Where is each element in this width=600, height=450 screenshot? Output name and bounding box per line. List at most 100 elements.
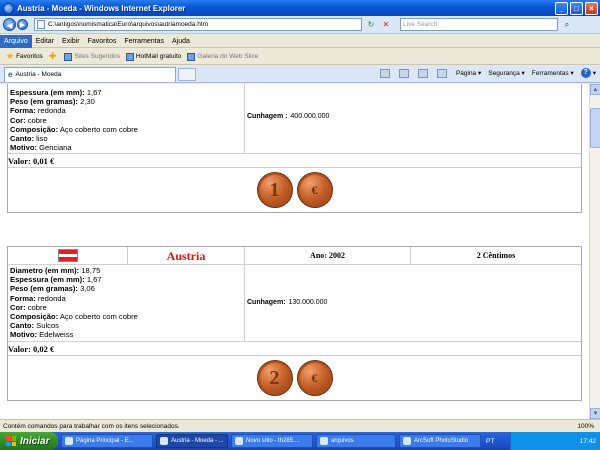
scroll-thumb[interactable]: [590, 108, 600, 148]
search-icon[interactable]: ⌕: [561, 19, 573, 31]
coin1-images: 1 €: [8, 168, 581, 212]
spec-value: 18,75: [81, 266, 101, 275]
fav-galeria[interactable]: Galeria do Web Slice: [187, 52, 258, 61]
menu-ajuda[interactable]: Ajuda: [168, 35, 194, 48]
page-icon: [37, 20, 45, 29]
windows-logo-icon: [6, 436, 16, 446]
add-favorite-button[interactable]: ✚: [49, 51, 59, 62]
spec-line: Cor: cobre: [10, 303, 242, 312]
spec-value: redonda: [37, 293, 66, 303]
fav-hotmail[interactable]: HotMail gratuito: [125, 52, 182, 61]
zoom-level[interactable]: 100%: [560, 423, 600, 430]
task-austria-moeda[interactable]: Austria - Moeda - ...: [156, 434, 228, 448]
language-indicator[interactable]: PT: [486, 438, 494, 445]
task-arquivos[interactable]: arquivos: [316, 434, 396, 448]
print-button[interactable]: [436, 68, 449, 78]
home-button[interactable]: [379, 68, 392, 78]
coin-reverse-symbol: €: [311, 183, 318, 198]
spec-line: Motivo: Genciana: [10, 143, 242, 152]
coin1-mintage: Cunhagem : 400.000.000: [245, 84, 581, 153]
task-novo-sitio[interactable]: Novo sítio - th285....: [231, 434, 313, 448]
menu-editar[interactable]: Editar: [32, 35, 58, 48]
page-content: Espessura (em mm): 1,67 Peso (em gramas)…: [0, 84, 589, 419]
mintage-value: 130.000.000: [288, 299, 328, 307]
spec-label: Motivo:: [10, 143, 37, 153]
task-label: Página Principal - E...: [76, 438, 134, 444]
refresh-icon[interactable]: ↻: [365, 19, 377, 31]
austria-flag-icon: [57, 249, 78, 262]
spec-label: Cor:: [10, 115, 26, 125]
spec-label: Cor:: [10, 302, 26, 312]
security-menu[interactable]: Segurança ▾: [488, 69, 525, 78]
coin2-mintage: Cunhagem: 130.000.000: [245, 265, 581, 341]
task-arcsoft[interactable]: ArcSoft PhotoStudio: [399, 434, 481, 448]
scroll-up-arrow[interactable]: ▲: [590, 84, 600, 95]
stop-icon[interactable]: ✕: [380, 19, 392, 31]
address-input[interactable]: C:\antigos\numismatica\Euro\arquivos\aut…: [34, 18, 362, 31]
window-title: Austria - Moeda - Windows Internet Explo…: [17, 3, 186, 13]
spec-label: Espessura (em mm):: [10, 88, 85, 97]
fav-sites-sugeridos[interactable]: Sites Sugeridos: [64, 52, 120, 61]
maximize-button[interactable]: □: [570, 1, 583, 15]
spec-line: Espessura (em mm): 1,67: [10, 88, 242, 97]
menu-ferramentas[interactable]: Ferramentas: [120, 35, 168, 48]
vertical-scrollbar[interactable]: ▲ ▼: [589, 84, 600, 419]
minimize-button[interactable]: _: [555, 1, 568, 15]
spec-line: Espessura (em mm): 1,67: [10, 275, 242, 284]
spec-line: Peso (em gramas): 2,30: [10, 97, 242, 106]
mintage-label: Cunhagem:: [247, 299, 286, 307]
tab-austria[interactable]: e Austria - Moeda: [4, 66, 176, 82]
menu-exibir[interactable]: Exibir: [58, 35, 84, 48]
menu-bar: Arquivo Editar Exibir Favoritos Ferramen…: [0, 34, 600, 48]
spec-label: Composição:: [10, 312, 59, 322]
spec-line: Motivo: Edelweiss: [10, 330, 242, 339]
search-input[interactable]: Live Search: [400, 18, 558, 31]
mintage-label: Cunhagem :: [247, 112, 288, 120]
scroll-down-arrow[interactable]: ▼: [590, 408, 600, 419]
page-menu[interactable]: Página ▾: [455, 69, 481, 78]
spec-label: Peso (em gramas):: [10, 97, 78, 107]
site-icon: [125, 52, 134, 61]
favorites-label: Favoritos: [16, 53, 43, 60]
new-tab-button[interactable]: [178, 67, 196, 81]
coin1-spec-row: Espessura (em mm): 1,67 Peso (em gramas)…: [8, 84, 581, 155]
spec-line: Forma: redonda: [10, 294, 242, 303]
country-name: Austria: [128, 247, 245, 264]
coin1-specs: Espessura (em mm): 1,67 Peso (em gramas)…: [8, 84, 245, 154]
fav-label: HotMail gratuito: [135, 53, 182, 60]
spec-value: cobre: [27, 115, 47, 125]
menu-favoritos[interactable]: Favoritos: [84, 35, 121, 48]
spec-value: 2,30: [80, 97, 95, 107]
favorites-button[interactable]: ★ Favoritos: [6, 51, 43, 62]
forward-button[interactable]: ▶: [17, 19, 28, 30]
page-menu-label: Página: [455, 69, 477, 77]
tools-menu-label: Ferramentas: [531, 69, 569, 77]
task-pagina-principal[interactable]: Página Principal - E...: [61, 434, 153, 448]
start-label: Iniciar: [20, 435, 50, 447]
spec-line: Composição: Aço coberto com cobre: [10, 125, 242, 134]
ie-icon: [65, 437, 73, 445]
start-button[interactable]: Iniciar: [0, 432, 58, 450]
help-menu[interactable]: ? ▾: [580, 68, 596, 78]
taskbar: Iniciar Página Principal - E... Austria …: [0, 432, 600, 450]
mail-button[interactable]: [417, 68, 430, 78]
address-url: C:\antigos\numismatica\Euro\arquivos\aut…: [48, 21, 209, 28]
spec-value: Edelweiss: [39, 330, 74, 340]
coin1-value: Valor: 0,01 €: [8, 154, 581, 169]
spec-label: Diametro (em mm):: [10, 266, 80, 275]
feeds-button[interactable]: [398, 68, 411, 78]
close-button[interactable]: ×: [585, 1, 598, 15]
spec-line: Diametro (em mm): 18,75: [10, 266, 242, 275]
coin2-images: 2 €: [8, 356, 581, 400]
spec-value: Genciana: [39, 143, 72, 153]
menu-arquivo[interactable]: Arquivo: [0, 34, 32, 48]
tools-menu[interactable]: Ferramentas ▾: [531, 69, 574, 78]
pdf-icon: [235, 437, 243, 445]
spec-line: Forma: redonda: [10, 106, 242, 115]
rss-icon: [398, 68, 409, 78]
spec-value: 1,67: [86, 275, 102, 285]
back-button[interactable]: ◀: [3, 18, 16, 31]
spec-value: redonda: [37, 106, 66, 116]
tab-title: Austria - Moeda: [15, 71, 62, 78]
spec-line: Canto: liso: [10, 134, 242, 143]
